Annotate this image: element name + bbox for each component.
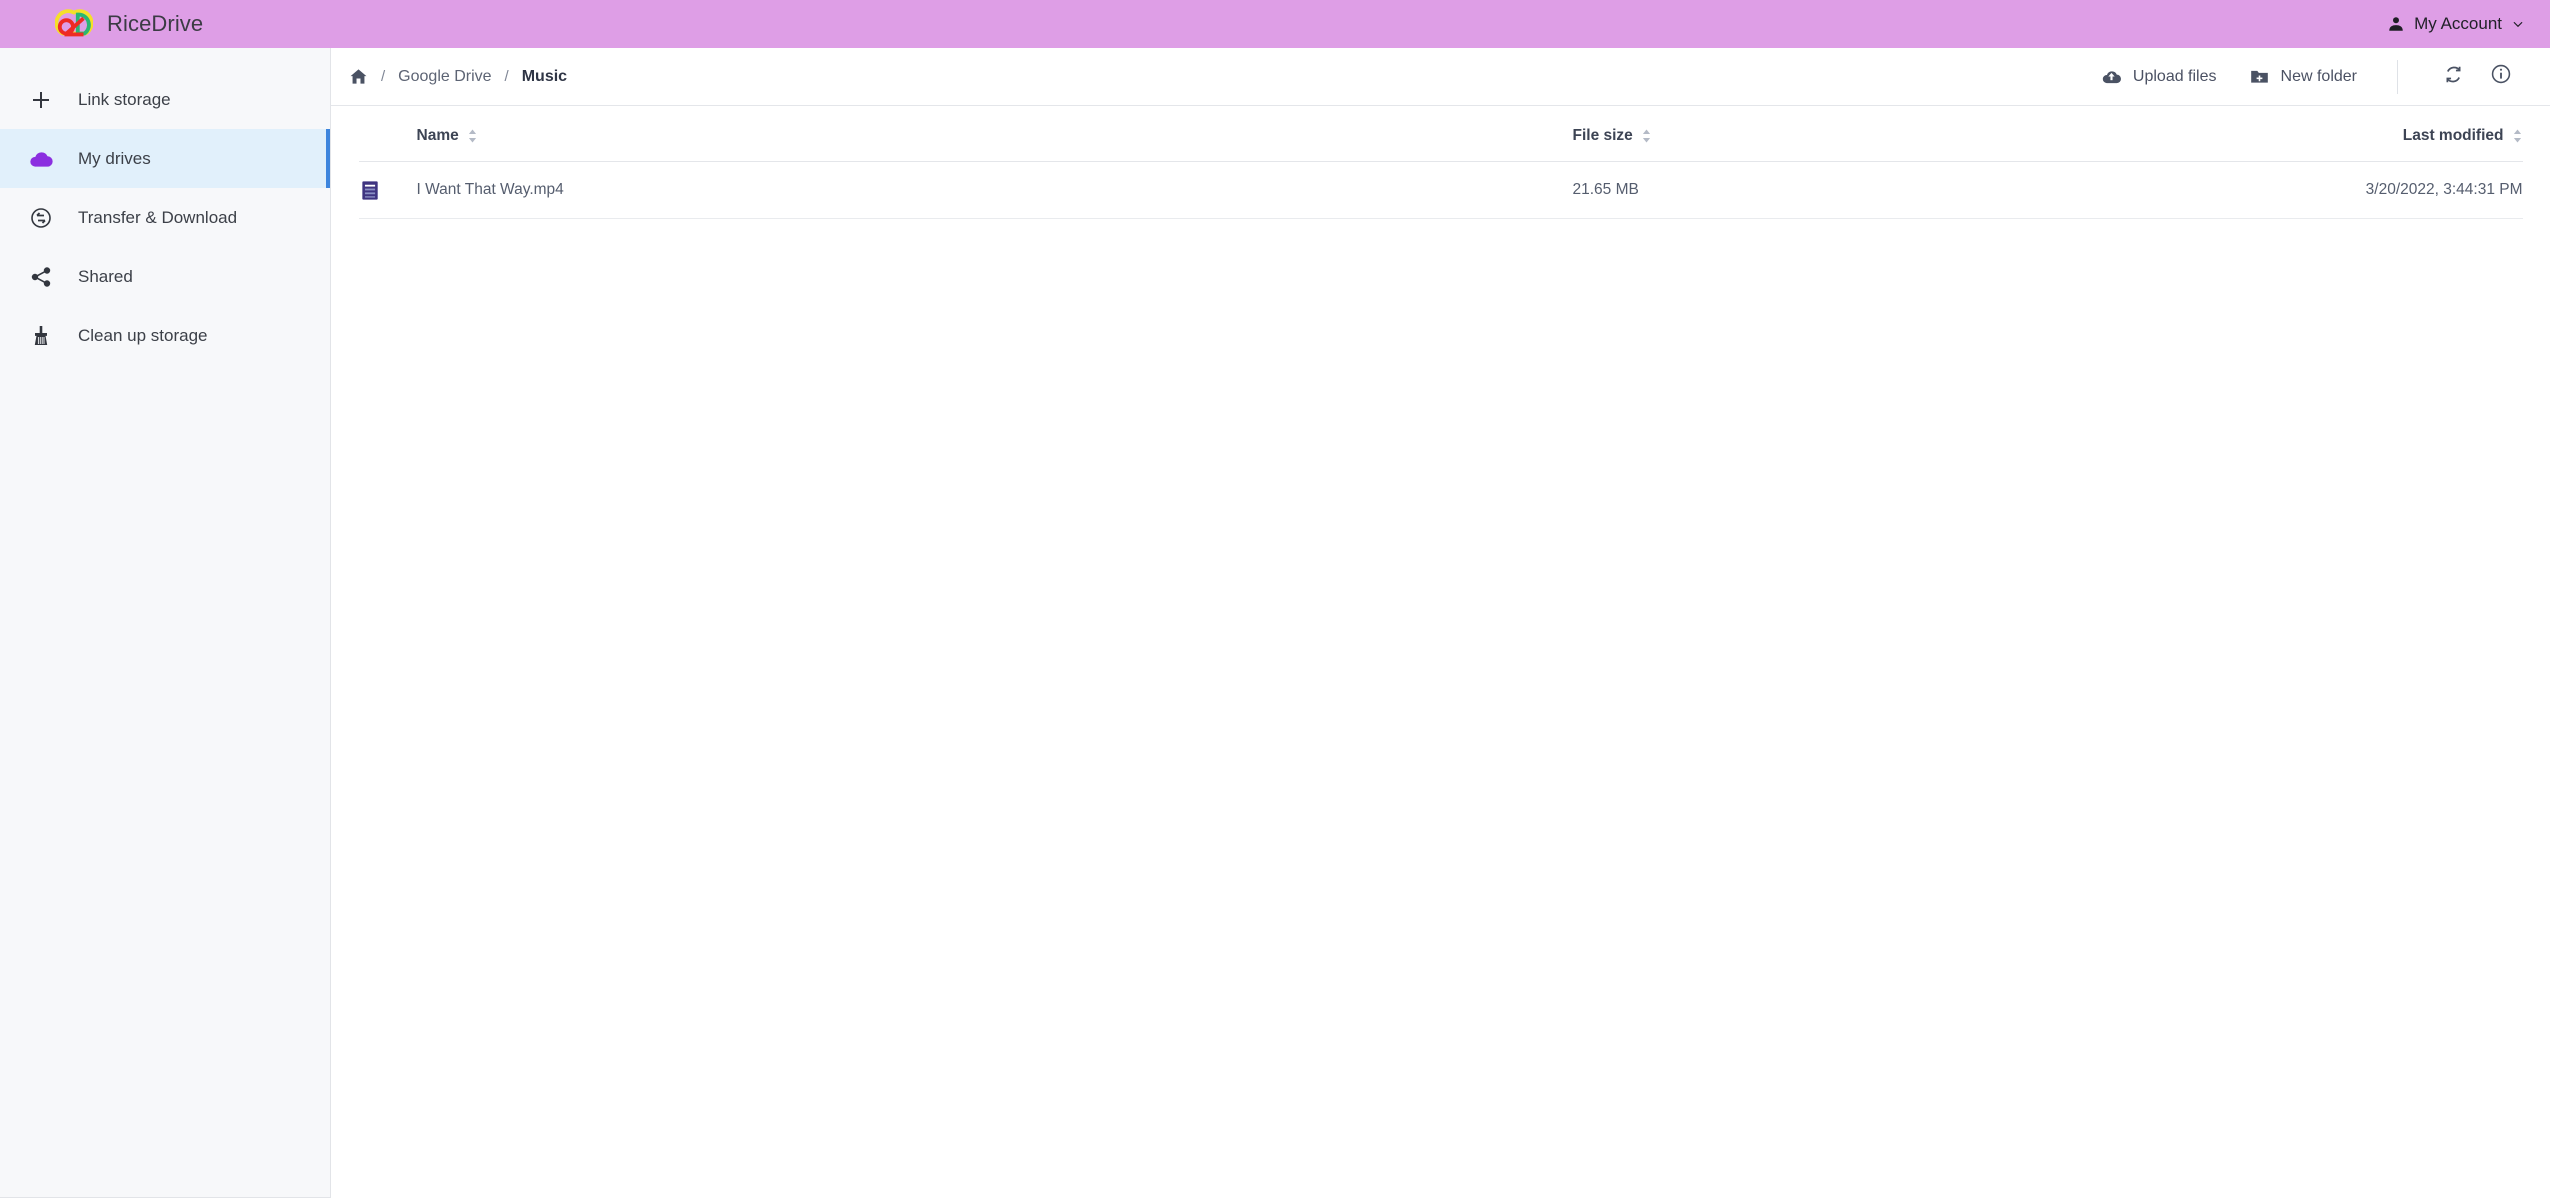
account-menu[interactable]: My Account (2387, 14, 2550, 34)
sidebar-item-link-storage[interactable]: Link storage (0, 70, 330, 129)
sidebar-item-clean-up-storage[interactable]: Clean up storage (0, 306, 330, 365)
breadcrumb: / Google Drive / Music (349, 67, 567, 86)
sidebar-item-transfer-download[interactable]: Transfer & Download (0, 188, 330, 247)
folder-plus-icon (2249, 66, 2270, 87)
broom-icon (26, 321, 56, 351)
sort-updown-icon[interactable] (2512, 129, 2523, 143)
file-table: Name File size Last modified I Want That… (358, 106, 2523, 219)
transfer-circle-icon (26, 203, 56, 233)
brand-name: RiceDrive (107, 11, 204, 36)
column-header-file-size[interactable]: File size (1573, 127, 2193, 145)
sidebar-item-label: Transfer & Download (78, 207, 238, 227)
breadcrumb-item-google-drive[interactable]: Google Drive (398, 68, 491, 86)
file-modified-cell: 3/20/2022, 3:44:31 PM (2193, 181, 2523, 199)
sidebar-item-label: My drives (78, 148, 151, 168)
sidebar-item-shared[interactable]: Shared (0, 247, 330, 306)
file-size: 21.65 MB (1572, 181, 1639, 198)
upload-files-label: Upload files (2132, 67, 2217, 85)
ricedrive-logo-icon (55, 5, 93, 43)
column-header-name[interactable]: Name (417, 127, 1573, 145)
person-icon (2387, 15, 2405, 33)
breadcrumb-separator: / (381, 68, 386, 85)
sidebar-item-my-drives[interactable]: My drives (0, 129, 330, 188)
refresh-button[interactable] (2436, 60, 2470, 94)
sidebar-item-label: Shared (78, 266, 133, 286)
brand[interactable]: RiceDrive (0, 5, 203, 43)
home-icon[interactable] (349, 67, 368, 86)
column-header-label: Last modified (2402, 126, 2504, 144)
file-name-cell[interactable]: I Want That Way.mp4 (417, 181, 1573, 199)
file-icon-cell (359, 179, 417, 202)
toolbar-actions: Upload files New folder (2085, 59, 2518, 94)
sidebar: Link storage My drives Transfer & Downlo… (0, 48, 331, 1198)
info-button[interactable] (2484, 60, 2518, 94)
account-label: My Account (2414, 14, 2502, 33)
sort-updown-icon[interactable] (467, 129, 478, 143)
file-table-header: Name File size Last modified (358, 110, 2523, 162)
content-area: / Google Drive / Music Upload files New … (331, 48, 2550, 1198)
cloud-upload-icon (2101, 66, 2122, 87)
info-circle-icon (2490, 63, 2512, 90)
sidebar-item-label: Clean up storage (78, 325, 208, 345)
file-name: I Want That Way.mp4 (416, 181, 564, 198)
app-header: RiceDrive My Account (0, 0, 2550, 48)
sort-updown-icon[interactable] (1641, 129, 1652, 143)
file-document-icon (359, 179, 417, 202)
new-folder-label: New folder (2280, 67, 2357, 85)
column-header-label: File size (1572, 126, 1633, 144)
breadcrumb-separator: / (504, 68, 509, 85)
chevron-down-icon (2511, 17, 2525, 31)
table-row[interactable]: I Want That Way.mp4 21.65 MB 3/20/2022, … (358, 162, 2523, 219)
toolbar-divider (2397, 59, 2398, 94)
refresh-icon (2443, 64, 2464, 90)
column-header-last-modified[interactable]: Last modified (2193, 127, 2523, 145)
breadcrumb-item-music[interactable]: Music (522, 68, 567, 86)
new-folder-button[interactable]: New folder (2233, 66, 2373, 87)
plus-icon (26, 85, 56, 115)
cloud-icon (26, 144, 56, 174)
content-toolbar: / Google Drive / Music Upload files New … (331, 48, 2550, 106)
sidebar-item-label: Link storage (78, 89, 171, 109)
file-modified: 3/20/2022, 3:44:31 PM (2365, 181, 2523, 198)
upload-files-button[interactable]: Upload files (2085, 66, 2233, 87)
file-size-cell: 21.65 MB (1573, 181, 2193, 199)
share-icon (26, 262, 56, 292)
column-header-label: Name (416, 126, 459, 144)
